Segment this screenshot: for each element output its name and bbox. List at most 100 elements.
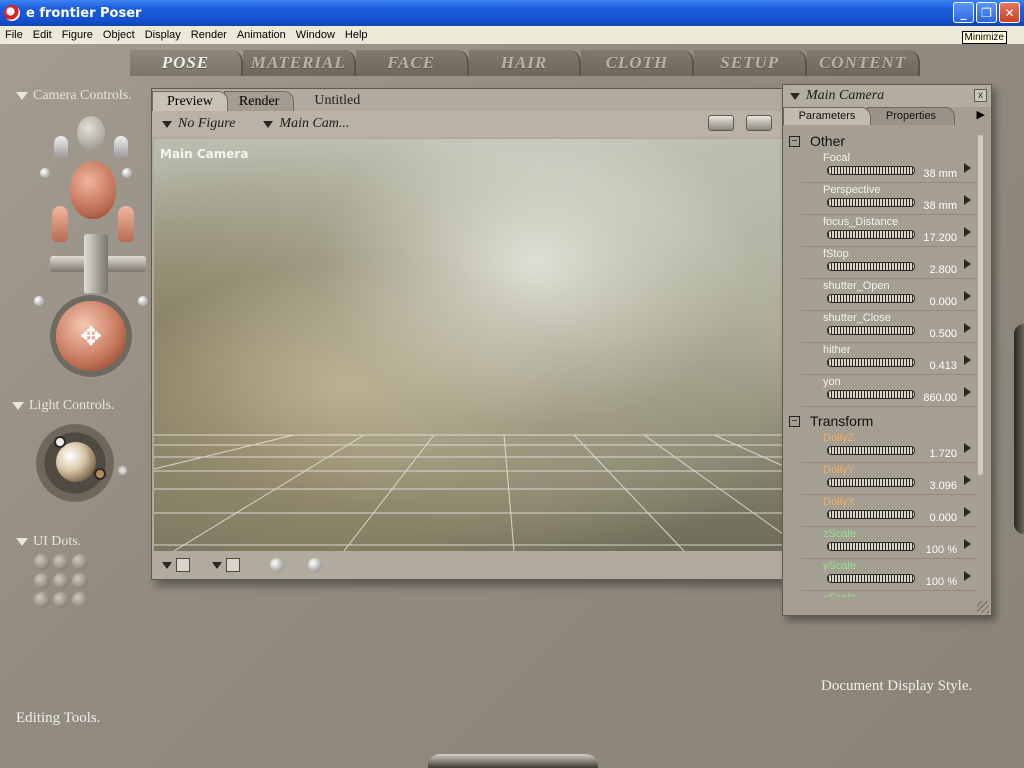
minimize-button[interactable]: _	[953, 2, 974, 23]
ground-shadow-icon[interactable]	[308, 558, 322, 572]
palette-menu-arrow-icon[interactable]: ▶	[977, 107, 985, 125]
param-value[interactable]: 17.200	[923, 232, 957, 244]
move-z-control-icon[interactable]	[84, 234, 108, 294]
tab-properties[interactable]: Properties	[867, 107, 955, 125]
left-hand-camera-small-icon[interactable]	[54, 136, 68, 158]
param-value[interactable]: 860.00	[923, 392, 957, 404]
param-value[interactable]: 1.720	[929, 448, 957, 460]
right-hand-camera-small-icon[interactable]	[114, 136, 128, 158]
dropdown-triangle-icon[interactable]	[162, 561, 172, 569]
ui-dot[interactable]	[72, 592, 88, 608]
face-camera-icon[interactable]	[77, 116, 105, 150]
display-style-cube-icon[interactable]	[226, 558, 240, 572]
3d-viewport[interactable]: Main Camera	[154, 139, 790, 551]
menu-animation[interactable]: Animation	[232, 29, 291, 41]
param-dial[interactable]	[827, 294, 915, 303]
close-button[interactable]: ✕	[999, 2, 1020, 23]
bottom-panel-handle[interactable]	[428, 754, 598, 768]
param-menu-arrow-icon[interactable]	[964, 539, 971, 549]
left-hand-camera-icon[interactable]	[52, 206, 68, 242]
ui-dot[interactable]	[53, 554, 69, 570]
param-menu-arrow-icon[interactable]	[964, 507, 971, 517]
param-value[interactable]: 3.096	[929, 480, 957, 492]
shadow-balls-icon[interactable]	[270, 558, 284, 572]
param-menu-arrow-icon[interactable]	[964, 571, 971, 581]
param-menu-arrow-icon[interactable]	[964, 475, 971, 485]
param-dial[interactable]	[827, 478, 915, 487]
camera-icon[interactable]	[708, 115, 734, 131]
resize-grip-icon[interactable]	[977, 601, 989, 613]
tab-render[interactable]: Render	[223, 91, 295, 111]
document-display-style-label[interactable]: Document Display Style.	[821, 678, 972, 695]
menu-edit[interactable]: Edit	[28, 29, 57, 41]
tab-preview[interactable]: Preview	[152, 91, 228, 111]
palette-close-icon[interactable]: x	[974, 89, 987, 102]
room-tab-hair[interactable]: HAIR	[468, 50, 582, 76]
light-knob-icon[interactable]	[94, 468, 106, 480]
ui-dot[interactable]	[34, 554, 50, 570]
param-dial[interactable]	[827, 390, 915, 399]
param-dial[interactable]	[827, 446, 915, 455]
param-dial[interactable]	[827, 166, 915, 175]
param-dial[interactable]	[827, 326, 915, 335]
light-knob-icon[interactable]	[54, 436, 66, 448]
param-menu-arrow-icon[interactable]	[964, 195, 971, 205]
menu-render[interactable]: Render	[186, 29, 232, 41]
param-menu-arrow-icon[interactable]	[964, 227, 971, 237]
key-camera-icon[interactable]	[40, 168, 50, 178]
collapse-box-icon[interactable]: −	[789, 135, 800, 147]
light-sphere[interactable]	[56, 442, 96, 482]
camera-select-icon[interactable]	[746, 115, 772, 131]
camera-dropdown[interactable]: Main Cam...	[263, 116, 349, 132]
param-dial[interactable]	[827, 230, 915, 239]
param-menu-arrow-icon[interactable]	[964, 323, 971, 333]
ui-dot[interactable]	[53, 573, 69, 589]
side-panel-handle[interactable]	[1014, 324, 1024, 534]
menu-help[interactable]: Help	[340, 29, 373, 41]
camera-controls-header[interactable]: Camera Controls.	[16, 88, 132, 104]
dropdown-triangle-icon[interactable]	[212, 561, 222, 569]
group-transform[interactable]: − Transform	[785, 411, 977, 431]
editing-tools-label[interactable]: Editing Tools.	[16, 710, 101, 727]
ui-dots-header[interactable]: UI Dots.	[16, 534, 81, 550]
menu-window[interactable]: Window	[291, 29, 340, 41]
room-tab-material[interactable]: MATERIAL	[242, 50, 356, 76]
param-value[interactable]: 100 %	[926, 576, 957, 588]
param-value[interactable]: 0.000	[929, 296, 957, 308]
param-menu-arrow-icon[interactable]	[964, 163, 971, 173]
head-camera-icon[interactable]	[70, 161, 116, 219]
right-hand-camera-icon[interactable]	[118, 206, 134, 242]
group-other[interactable]: − Other	[785, 131, 977, 151]
parameters-scrollbar[interactable]	[978, 135, 983, 475]
color-swatch-icon[interactable]	[176, 558, 190, 572]
param-value[interactable]: 38 mm	[923, 168, 957, 180]
param-dial[interactable]	[827, 510, 915, 519]
tab-parameters[interactable]: Parameters	[783, 107, 871, 125]
restore-button[interactable]: ❐	[976, 2, 997, 23]
room-tab-content[interactable]: CONTENT	[807, 50, 921, 76]
sun-icon[interactable]: ✺	[117, 463, 128, 479]
param-value[interactable]: 2.800	[929, 264, 957, 276]
camera-option-dot-icon[interactable]	[138, 296, 148, 306]
param-menu-arrow-icon[interactable]	[964, 259, 971, 269]
param-value[interactable]: 0.500	[929, 328, 957, 340]
room-tab-face[interactable]: FACE	[355, 50, 469, 76]
room-tab-setup[interactable]: SETUP	[694, 50, 808, 76]
menu-file[interactable]: File	[0, 29, 28, 41]
room-tab-pose[interactable]: POSE	[130, 50, 243, 76]
collapse-box-icon[interactable]: −	[789, 415, 800, 427]
flyaround-camera-icon[interactable]	[122, 168, 132, 178]
figure-dropdown[interactable]: No Figure	[162, 116, 235, 132]
ui-dot[interactable]	[72, 573, 88, 589]
ui-dot[interactable]	[53, 592, 69, 608]
room-tab-cloth[interactable]: CLOTH	[581, 50, 695, 76]
param-menu-arrow-icon[interactable]	[964, 291, 971, 301]
param-dial[interactable]	[827, 574, 915, 583]
menu-display[interactable]: Display	[140, 29, 186, 41]
param-dial[interactable]	[827, 198, 915, 207]
param-dial[interactable]	[827, 542, 915, 551]
ui-dot[interactable]	[72, 554, 88, 570]
param-value[interactable]: 0.000	[929, 512, 957, 524]
menu-object[interactable]: Object	[98, 29, 140, 41]
param-menu-arrow-icon[interactable]	[964, 443, 971, 453]
